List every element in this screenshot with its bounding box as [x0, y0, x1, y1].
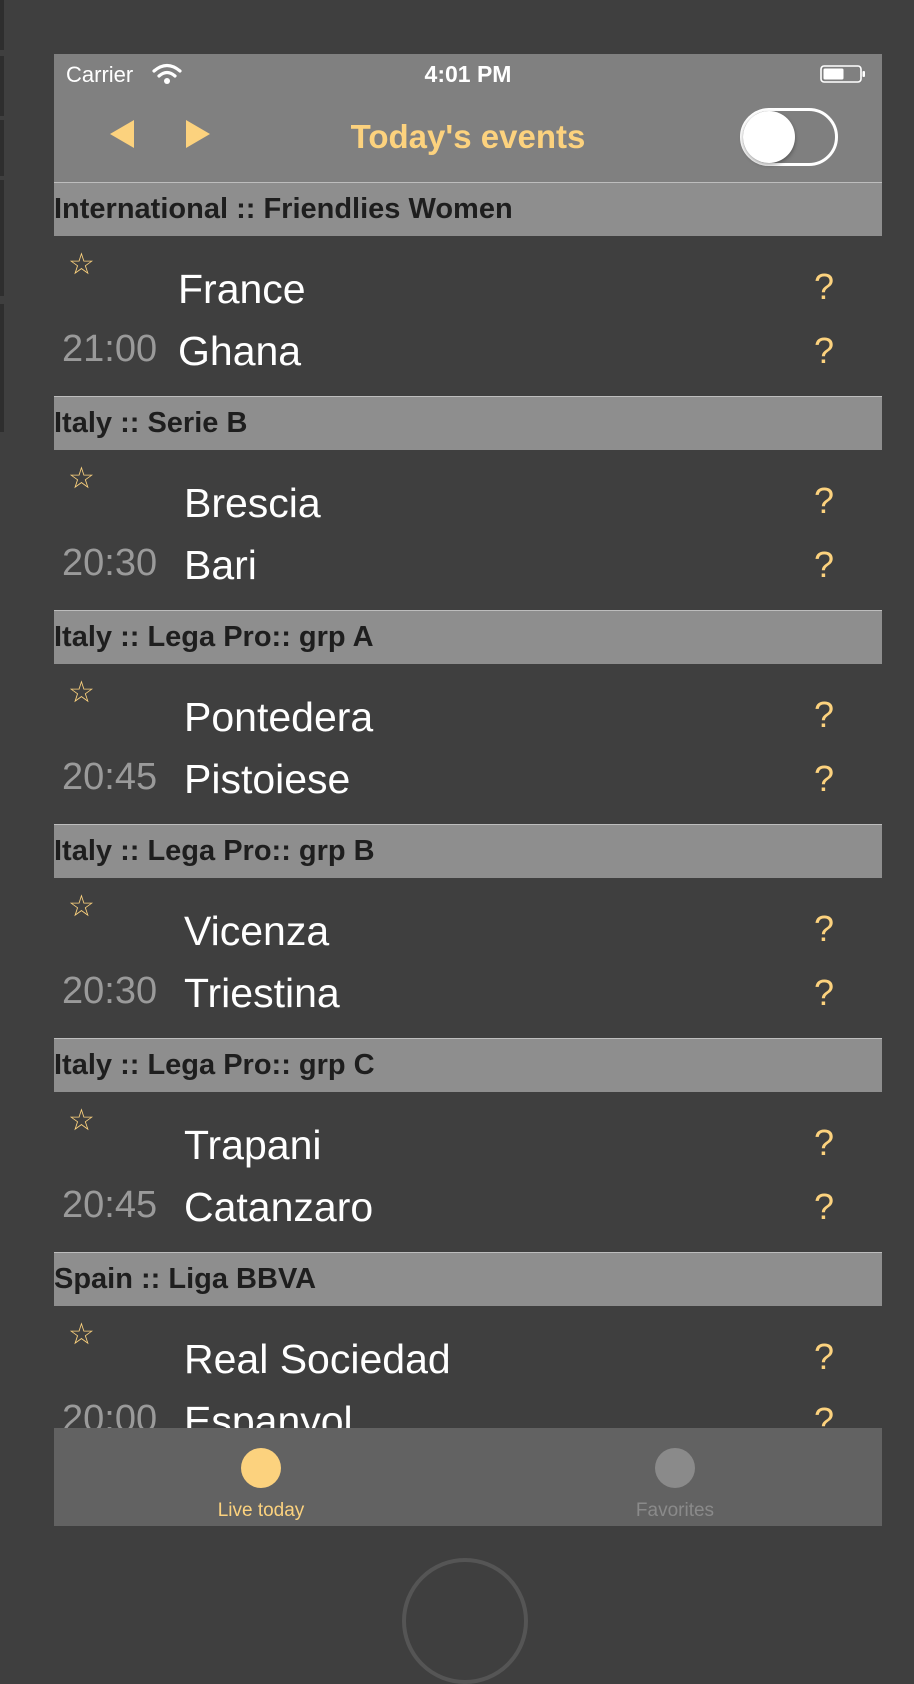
window-edge — [0, 180, 4, 296]
favorite-star-icon[interactable]: ☆ — [68, 892, 95, 922]
match-row[interactable]: ☆ 20:45 Trapani Catanzaro?? — [54, 1092, 882, 1252]
live-today-tab-icon — [241, 1448, 281, 1488]
home-team: France — [178, 266, 306, 312]
window-edge — [0, 0, 4, 50]
kickoff-time: 20:45 — [62, 756, 158, 798]
home-team: Brescia — [184, 480, 321, 526]
window-edge — [0, 56, 4, 116]
home-score: ? — [814, 266, 835, 307]
match-row[interactable]: ☆ 20:30 Brescia Bari?? — [54, 450, 882, 610]
tab-live-today[interactable]: Live today — [54, 1428, 468, 1526]
league-section-header: Italy :: Lega Pro:: grp C — [54, 1038, 882, 1092]
away-team: Ghana — [178, 328, 302, 374]
away-score: ? — [814, 758, 835, 799]
match-row[interactable]: ☆ 20:45 Pontedera Pistoiese?? — [54, 664, 882, 824]
favorite-star-icon[interactable]: ☆ — [68, 464, 95, 494]
league-section-header: Italy :: Lega Pro:: grp B — [54, 824, 882, 878]
home-score: ? — [814, 1122, 835, 1163]
away-team: Catanzaro — [184, 1184, 374, 1230]
toggle-knob — [743, 111, 795, 163]
status-time: 4:01 PM — [424, 61, 512, 87]
away-team: Pistoiese — [184, 756, 351, 802]
battery-icon — [820, 65, 865, 83]
away-score: ? — [814, 330, 835, 371]
away-score: ? — [814, 972, 835, 1013]
tab-label: Live today — [217, 1500, 305, 1521]
league-section-header: Spain :: Liga BBVA — [54, 1252, 882, 1306]
away-score: ? — [814, 1186, 835, 1227]
tab-bar: Live today Favorites — [54, 1428, 882, 1526]
favorite-star-icon[interactable]: ☆ — [68, 678, 95, 708]
home-team: Vicenza — [184, 908, 330, 954]
league-name: Italy :: Lega Pro:: grp C — [54, 1049, 375, 1081]
favorite-star-icon[interactable]: ☆ — [68, 1320, 95, 1350]
app-screen: Carrier 4:01 PM Today's events Internati… — [54, 54, 882, 1526]
league-section-header: International :: Friendlies Women — [54, 182, 882, 236]
league-name: Italy :: Lega Pro:: grp A — [54, 621, 374, 653]
events-list[interactable]: International :: Friendlies Women ☆ 21:00 F… — [54, 182, 882, 1484]
home-score: ? — [814, 1336, 835, 1377]
tab-label: Favorites — [635, 1500, 715, 1521]
favorite-star-icon[interactable]: ☆ — [68, 1106, 95, 1136]
kickoff-time: 20:30 — [62, 970, 158, 1012]
away-team: Triestina — [184, 970, 340, 1016]
league-name: International :: Friendlies Women — [54, 193, 513, 225]
home-team: Real Sociedad — [184, 1336, 451, 1382]
match-row[interactable]: ☆ 21:00 France Ghana?? — [54, 236, 882, 396]
league-section-header: Italy :: Serie B — [54, 396, 882, 450]
league-name: Spain :: Liga BBVA — [54, 1263, 317, 1295]
home-score: ? — [814, 694, 835, 735]
window-edge — [0, 120, 4, 176]
window-edge — [0, 304, 4, 432]
home-team: Trapani — [184, 1122, 322, 1168]
league-name: Italy :: Lega Pro:: grp B — [54, 835, 375, 867]
kickoff-time: 20:30 — [62, 542, 158, 584]
away-team: Bari — [184, 542, 257, 588]
kickoff-time: 20:45 — [62, 1184, 158, 1226]
league-name: Italy :: Serie B — [54, 407, 248, 439]
league-section-header: Italy :: Lega Pro:: grp A — [54, 610, 882, 664]
away-score: ? — [814, 544, 835, 585]
live-toggle-switch[interactable] — [740, 108, 838, 166]
home-button[interactable] — [402, 1558, 528, 1684]
favorite-star-icon[interactable]: ☆ — [68, 250, 95, 280]
kickoff-time: 21:00 — [62, 328, 158, 370]
match-row[interactable]: ☆ 20:30 Vicenza Triestina?? — [54, 878, 882, 1038]
status-bar: Carrier 4:01 PM — [54, 54, 882, 94]
home-score: ? — [814, 480, 835, 521]
home-team: Pontedera — [184, 694, 374, 740]
favorites-tab-icon — [655, 1448, 695, 1488]
navigation-bar: Carrier 4:01 PM Today's events — [54, 54, 882, 182]
home-score: ? — [814, 908, 835, 949]
tab-favorites[interactable]: Favorites — [468, 1428, 882, 1526]
